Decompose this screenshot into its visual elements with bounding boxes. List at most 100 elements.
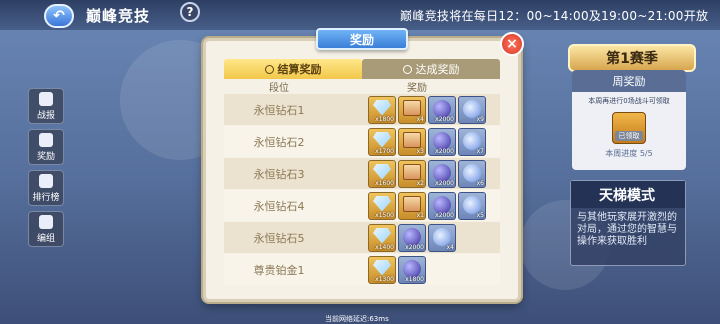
- back-button[interactable]: ↶: [44, 4, 74, 28]
- weekly-reward-desc: 本周再进行0场战斗可领取: [588, 97, 670, 105]
- trophy-icon: [402, 64, 412, 74]
- sphere-reward-item[interactable]: x4: [428, 223, 456, 252]
- item-quantity: x1500: [375, 211, 394, 219]
- card-reward-item[interactable]: x3: [398, 127, 426, 156]
- reward-dialog: 结算奖励 达成奖励 段位 奖励 永恒钻石1 x1800 x4 x2000 x9 永恒钻石2…: [203, 38, 521, 302]
- diamond-reward-item[interactable]: x1700: [368, 127, 396, 156]
- rank-label: 永恒钻石2: [253, 135, 305, 149]
- item-quantity: x1800: [375, 115, 394, 123]
- rank-label: 尊贵铂金1: [253, 263, 305, 277]
- reward-table-header: 段位 奖励: [224, 79, 500, 94]
- sidebar-item-label: 奖励: [36, 151, 55, 162]
- card-icon: [403, 163, 421, 180]
- card-reward-item[interactable]: x1: [398, 191, 426, 220]
- settlement-icon: [264, 64, 274, 74]
- diamond-icon: [373, 99, 391, 116]
- diamond-reward-item[interactable]: x1300: [368, 255, 396, 284]
- diamond-reward-item[interactable]: x1800: [368, 95, 396, 124]
- side-nav: 战报 奖励 排行榜 编组: [28, 88, 66, 252]
- reward-icon: [39, 132, 53, 147]
- rank-label: 永恒钻石5: [253, 231, 305, 245]
- weekly-reward-card[interactable]: 周奖励 本周再进行0场战斗可领取 已领取 本周进度 5/5: [572, 70, 686, 170]
- diamond-icon: [373, 259, 391, 276]
- sidebar-item-leaderboard[interactable]: 排行榜: [28, 170, 64, 206]
- orb-reward-item[interactable]: x2000: [398, 223, 426, 252]
- leaderboard-icon: [39, 173, 53, 188]
- item-quantity: x5: [476, 211, 484, 219]
- table-row: 永恒钻石4 x1500 x1 x2000 x5: [224, 190, 500, 221]
- diamond-reward-item[interactable]: x1600: [368, 159, 396, 188]
- team-icon: [39, 214, 53, 229]
- tab-settlement-reward[interactable]: 结算奖励: [224, 59, 362, 79]
- mode-description: 与其他玩家展开激烈的对局，通过您的智慧与操作来获取胜利: [577, 212, 677, 247]
- card-icon: [403, 131, 421, 148]
- item-quantity: x7: [476, 147, 484, 155]
- rank-label: 永恒钻石3: [253, 167, 305, 181]
- orb-reward-item[interactable]: x2000: [428, 95, 456, 124]
- reward-items: x1500 x1 x2000 x5: [334, 191, 500, 220]
- col-reward: 奖励: [407, 83, 427, 94]
- sidebar-item-label: 战报: [36, 110, 55, 121]
- card-reward-item[interactable]: x4: [398, 95, 426, 124]
- item-quantity: x2: [416, 179, 424, 187]
- item-quantity: x1600: [375, 179, 394, 187]
- sidebar-item-reward[interactable]: 奖励: [28, 129, 64, 165]
- rank-label: 永恒钻石4: [253, 199, 305, 213]
- item-quantity: x1300: [375, 275, 394, 283]
- orb-reward-item[interactable]: x2000: [428, 159, 456, 188]
- col-rank: 段位: [269, 83, 289, 94]
- tab-label: 结算奖励: [277, 63, 322, 76]
- reward-items: x1400 x2000 x4: [334, 223, 500, 252]
- item-quantity: x1800: [405, 275, 424, 283]
- mode-panel[interactable]: 天梯模式 与其他玩家展开激烈的对局，通过您的智慧与操作来获取胜利: [570, 180, 686, 266]
- reward-items: x1800 x4 x2000 x9: [334, 95, 500, 124]
- item-quantity: x9: [476, 115, 484, 123]
- sphere-reward-item[interactable]: x6: [458, 159, 486, 188]
- item-quantity: x2000: [435, 115, 454, 123]
- table-row: 永恒钻石5 x1400 x2000 x4: [224, 222, 500, 253]
- reward-table: 永恒钻石1 x1800 x4 x2000 x9 永恒钻石2 x1700 x3 x2000 x7 永恒…: [224, 94, 500, 286]
- table-row: 永恒钻石2 x1700 x3 x2000 x7: [224, 126, 500, 157]
- item-quantity: x1700: [375, 147, 394, 155]
- rank-label: 永恒钻石1: [253, 103, 305, 117]
- table-row: 尊贵铂金1 x1300 x1800: [224, 254, 500, 285]
- orb-reward-item[interactable]: x2000: [428, 191, 456, 220]
- battle-report-icon: [39, 91, 53, 106]
- diamond-icon: [373, 227, 391, 244]
- weekly-reward-title: 周奖励: [572, 70, 686, 92]
- diamond-reward-item[interactable]: x1500: [368, 191, 396, 220]
- item-quantity: x6: [476, 179, 484, 187]
- network-latency: 当前网络延迟:63ms: [325, 315, 389, 323]
- diamond-icon: [373, 131, 391, 148]
- item-quantity: x2000: [435, 147, 454, 155]
- sidebar-item-label: 编组: [36, 233, 55, 244]
- tab-achievement-reward[interactable]: 达成奖励: [362, 59, 500, 79]
- sidebar-item-battle-report[interactable]: 战报: [28, 88, 64, 124]
- reward-items: x1600 x2 x2000 x6: [334, 159, 500, 188]
- page-title: 巅峰竞技: [86, 7, 151, 25]
- table-row: 永恒钻石1 x1800 x4 x2000 x9: [224, 94, 500, 125]
- sphere-reward-item[interactable]: x9: [458, 95, 486, 124]
- reward-items: x1700 x3 x2000 x7: [334, 127, 500, 156]
- sphere-reward-item[interactable]: x5: [458, 191, 486, 220]
- tab-label: 达成奖励: [415, 63, 460, 76]
- diamond-reward-item[interactable]: x1400: [368, 223, 396, 252]
- card-reward-item[interactable]: x2: [398, 159, 426, 188]
- season-banner: 第1赛季: [568, 44, 696, 72]
- close-button[interactable]: ×: [500, 32, 524, 56]
- item-quantity: x2000: [405, 243, 424, 251]
- orb-reward-item[interactable]: x1800: [398, 255, 426, 284]
- dialog-title: 奖励: [316, 28, 408, 50]
- diamond-icon: [373, 163, 391, 180]
- item-quantity: x4: [416, 115, 424, 123]
- sidebar-item-team[interactable]: 编组: [28, 211, 64, 247]
- weekly-reward-box-icon[interactable]: 已领取: [612, 112, 646, 144]
- item-quantity: x1: [416, 211, 424, 219]
- sphere-reward-item[interactable]: x7: [458, 127, 486, 156]
- sidebar-item-label: 排行榜: [32, 192, 60, 203]
- card-icon: [403, 99, 421, 116]
- orb-reward-item[interactable]: x2000: [428, 127, 456, 156]
- help-button[interactable]: ?: [180, 2, 200, 22]
- reward-tabs: 结算奖励 达成奖励: [224, 59, 500, 79]
- reward-items: x1300 x1800: [334, 255, 500, 284]
